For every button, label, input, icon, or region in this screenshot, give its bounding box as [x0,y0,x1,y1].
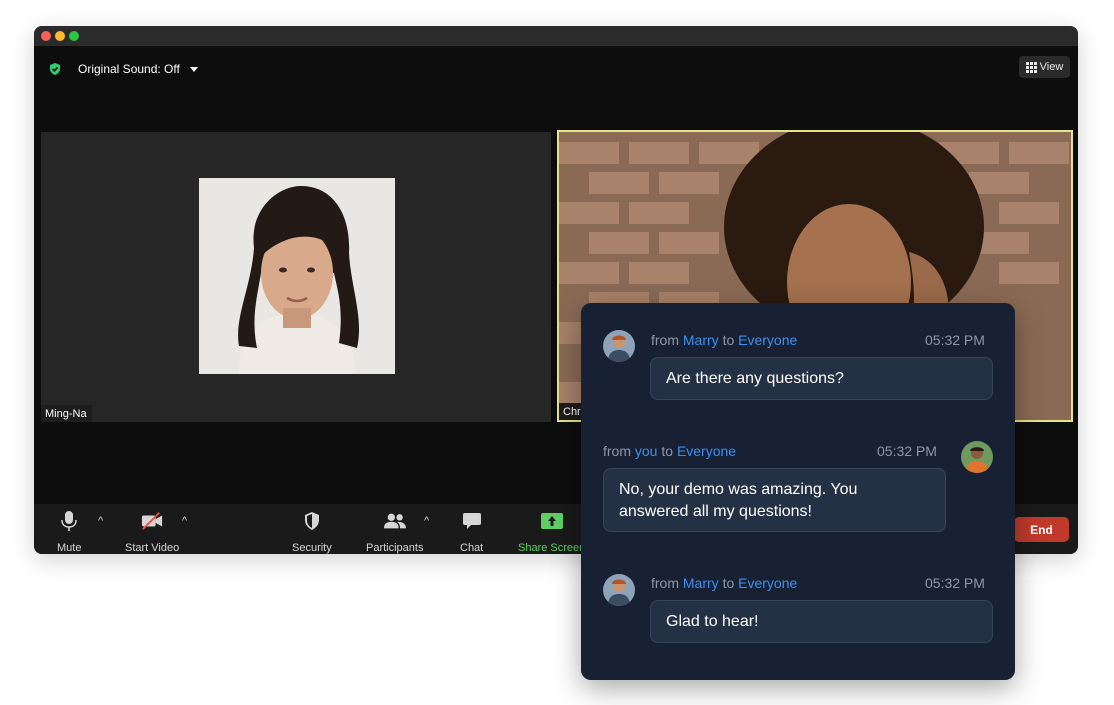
avatar [603,330,635,362]
mute-button[interactable]: Mute [57,510,81,554]
share-screen-button[interactable]: Share Screen [518,510,585,554]
chat-bubble-icon [461,510,483,532]
audio-options-caret-icon[interactable]: ^ [98,515,103,527]
microphone-icon [58,510,80,532]
chat-button[interactable]: Chat [460,510,483,554]
to-word: to [661,443,674,459]
message-bubble: No, your demo was amazing. You answered … [603,468,946,532]
minimize-window-button[interactable] [55,31,65,41]
participant-photo [199,178,395,374]
video-off-icon [141,510,163,532]
end-meeting-button[interactable]: End [1014,517,1069,542]
from-word: from [651,575,679,591]
from-word: from [651,332,679,348]
view-label: View [1039,61,1064,73]
security-button[interactable]: Security [292,510,332,554]
message-bubble: Glad to hear! [650,600,993,643]
message-time: 05:32 PM [925,332,985,348]
maximize-window-button[interactable] [69,31,79,41]
message-meta: from Marry to Everyone [651,332,797,348]
message-time: 05:32 PM [925,575,985,591]
start-video-button[interactable]: Start Video [125,510,179,554]
message-time: 05:32 PM [877,443,937,459]
chevron-down-icon[interactable] [189,66,198,72]
participants-label: Participants [366,542,424,554]
close-window-button[interactable] [41,31,51,41]
start-video-label: Start Video [125,542,180,554]
original-sound-toggle[interactable]: Original Sound: Off [48,60,198,78]
video-tile-ming-na[interactable]: Ming-Na [41,132,551,422]
to-word: to [722,575,735,591]
share-screen-icon [540,510,563,532]
video-options-caret-icon[interactable]: ^ [182,515,187,527]
message-meta: from you to Everyone [603,443,736,459]
shield-icon [301,510,323,532]
avatar [603,574,635,606]
original-sound-label: Original Sound: Off [78,62,180,76]
people-icon [383,510,406,532]
message-meta: from Marry to Everyone [651,575,797,591]
mute-label: Mute [57,542,82,554]
participants-button[interactable]: Participants [366,510,423,554]
participants-options-caret-icon[interactable]: ^ [424,515,429,527]
recipient-name: Everyone [738,575,798,591]
chat-panel: from Marry to Everyone 05:32 PM Are ther… [581,303,1015,680]
shield-check-icon [50,63,60,75]
sender-name: Marry [682,332,719,348]
share-screen-label: Share Screen [518,542,586,554]
sender-name: you [634,443,658,459]
to-word: to [722,332,735,348]
from-word: from [603,443,631,459]
avatar [961,441,993,473]
title-bar [34,26,1078,46]
security-label: Security [292,542,332,554]
view-button[interactable]: View [1019,56,1070,78]
sender-name: Marry [682,575,719,591]
recipient-name: Everyone [676,443,737,459]
recipient-name: Everyone [738,332,798,348]
message-bubble: Are there any questions? [650,357,993,400]
grid-icon [1025,61,1037,73]
participant-name-label: Ming-Na [41,405,92,422]
chat-label: Chat [460,542,484,554]
